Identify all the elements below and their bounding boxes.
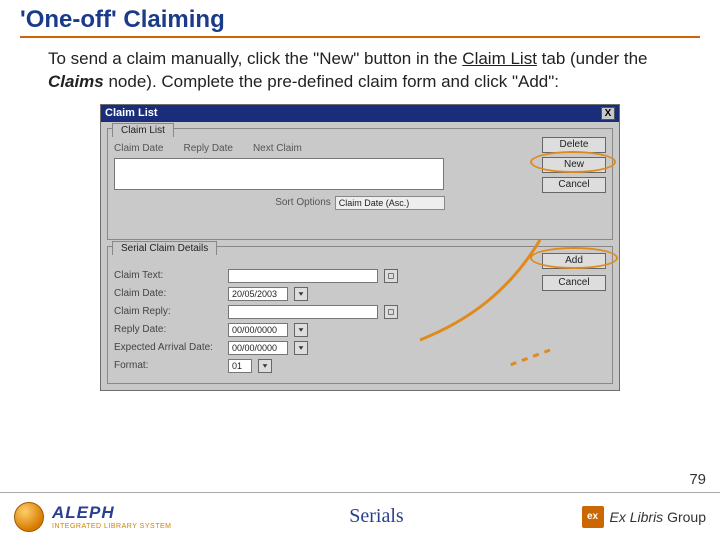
date-picker3-icon[interactable]: [294, 341, 308, 355]
exlibris-logo: ex Ex Libris Group: [582, 506, 707, 528]
aleph-word: ALEPH: [52, 503, 171, 523]
new-button[interactable]: New: [542, 157, 606, 173]
date-picker-icon[interactable]: [294, 287, 308, 301]
tab-serial-claim-details[interactable]: Serial Claim Details: [112, 241, 217, 255]
claims-ref: Claims: [48, 72, 104, 91]
label-claim-text: Claim Text:: [114, 270, 222, 281]
col-next-claim: Next Claim: [253, 143, 302, 154]
sort-label: Sort Options: [275, 197, 331, 208]
slide-title: 'One-off' Claiming: [20, 6, 700, 34]
footer-section-title: Serials: [349, 505, 403, 528]
exlibris-badge-icon: ex: [582, 506, 604, 528]
input-expected-arrival[interactable]: 00/00/0000: [228, 341, 288, 355]
claim-list-ref: Claim List: [462, 49, 537, 68]
input-claim-text[interactable]: [228, 269, 378, 283]
aleph-logo: ALEPH INTEGRATED LIBRARY SYSTEM: [14, 502, 171, 532]
label-format: Format:: [114, 360, 222, 371]
tab-claim-list[interactable]: Claim List: [112, 123, 174, 137]
page-number: 79: [689, 471, 706, 488]
col-reply-date: Reply Date: [183, 143, 232, 154]
aleph-orb-icon: [14, 502, 44, 532]
dropdown-icon[interactable]: [258, 359, 272, 373]
title-rule: [20, 36, 700, 38]
annotation-arrow: [360, 230, 600, 390]
window-title: Claim List: [105, 107, 158, 119]
footer: ALEPH INTEGRATED LIBRARY SYSTEM Serials …: [0, 492, 720, 540]
label-claim-date: Claim Date:: [114, 288, 222, 299]
input-reply-date[interactable]: 00/00/0000: [228, 323, 288, 337]
delete-button[interactable]: Delete: [542, 137, 606, 153]
input-claim-date[interactable]: 20/05/2003: [228, 287, 288, 301]
label-reply-date: Reply Date:: [114, 324, 222, 335]
label-claim-reply: Claim Reply:: [114, 306, 222, 317]
window-titlebar: Claim List X: [101, 105, 619, 122]
cancel-button[interactable]: Cancel: [542, 177, 606, 193]
body-text: To send a claim manually, click the "New…: [48, 48, 688, 94]
sort-field[interactable]: Claim Date (Asc.): [335, 196, 445, 210]
input-claim-reply[interactable]: [228, 305, 378, 319]
close-icon[interactable]: X: [601, 107, 615, 120]
label-expected-arrival: Expected Arrival Date:: [114, 342, 222, 353]
claims-listbox[interactable]: [114, 158, 444, 190]
aleph-subtitle: INTEGRATED LIBRARY SYSTEM: [52, 523, 171, 530]
input-format[interactable]: 01: [228, 359, 252, 373]
col-claim-date: Claim Date: [114, 143, 163, 154]
date-picker2-icon[interactable]: [294, 323, 308, 337]
